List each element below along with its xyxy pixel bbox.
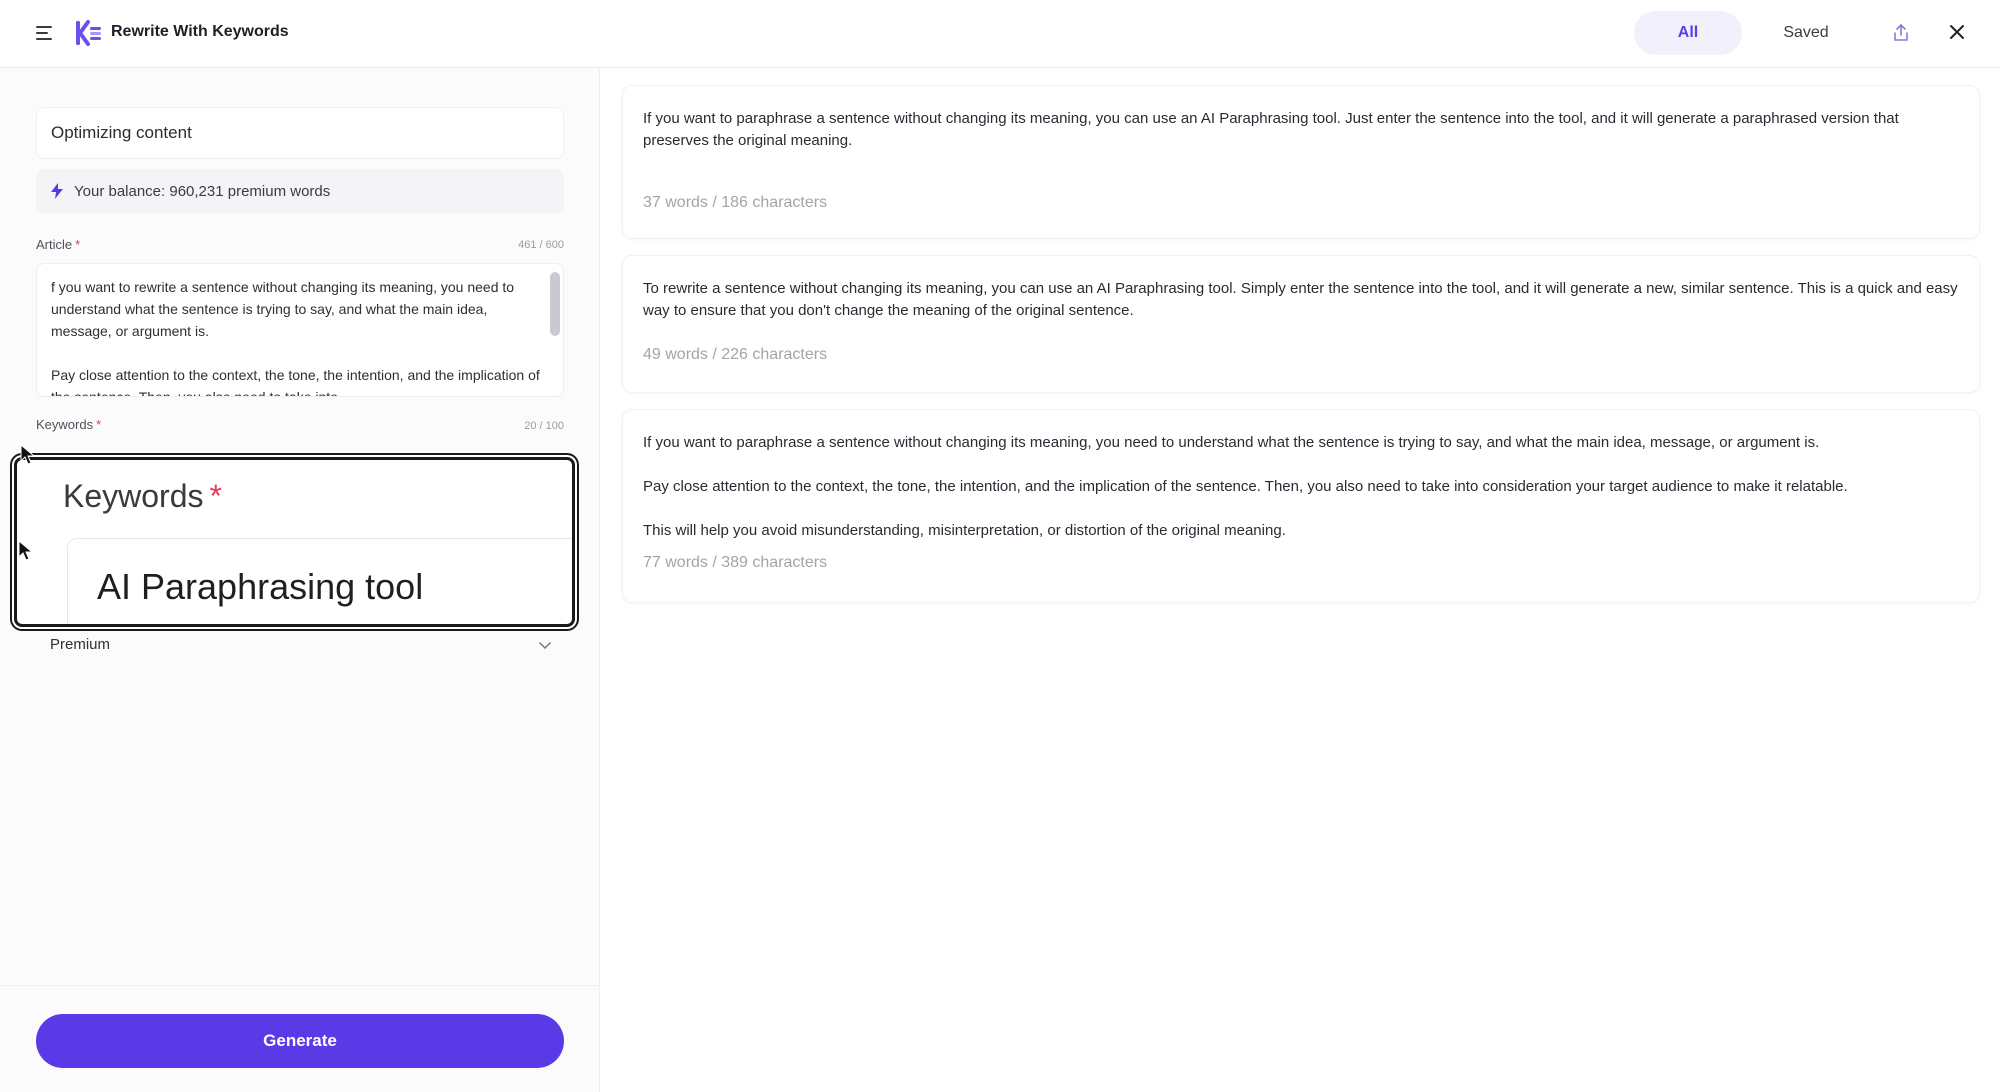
keywords-value: AI Paraphrasing tool [97,566,424,607]
mouse-cursor-icon [18,540,34,561]
result-word-count: 77 words / 389 characters [643,554,828,571]
tab-saved[interactable]: Saved [1752,11,1860,55]
required-mark: * [209,478,222,514]
footer-divider [0,985,600,986]
mouse-cursor-icon [20,444,36,465]
result-card-2[interactable]: To rewrite a sentence without changing i… [622,255,1980,393]
keywords-zoom-label-text: Keywords [63,478,204,514]
generate-button[interactable]: Generate [36,1014,564,1068]
result-word-count: 37 words / 186 characters [643,194,828,211]
result-text: If you want to paraphrase a sentence wit… [643,432,1963,542]
tab-all[interactable]: All [1634,11,1742,55]
required-mark: * [96,417,102,432]
result-word-count: 49 words / 226 characters [643,346,828,363]
share-icon[interactable] [1890,22,1912,44]
result-paragraph: Pay close attention to the context, the … [643,478,1848,495]
balance-banner: Your balance: 960,231 premium words [36,169,564,213]
article-textarea[interactable]: f you want to rewrite a sentence without… [36,263,564,397]
keywords-zoom-label: Keywords * [63,478,222,515]
lightning-bolt-icon [51,183,63,199]
article-scrollbar[interactable] [550,272,560,336]
app-title: Rewrite With Keywords [111,23,289,40]
app-header: Rewrite With Keywords All Saved [0,0,2000,68]
close-icon[interactable] [1946,21,1968,43]
results-panel: If you want to paraphrase a sentence wit… [600,69,2000,1092]
chevron-down-icon [539,642,551,650]
article-label-text: Article [36,237,73,252]
keywords-logo-icon [76,20,101,46]
quality-select[interactable]: Premium [36,630,564,660]
quality-selected-value: Premium [50,636,111,653]
article-label: Article * [36,237,80,252]
keywords-label: Keywords * [36,417,101,432]
menu-icon[interactable] [34,22,56,44]
article-text: f you want to rewrite a sentence without… [51,279,540,397]
balance-text: Your balance: 960,231 premium words [74,182,331,200]
result-paragraph: To rewrite a sentence without changing i… [643,280,1958,319]
required-mark: * [75,237,81,252]
result-paragraph: If you want to paraphrase a sentence wit… [643,110,1899,149]
input-panel: Optimizing content Your balance: 960,231… [0,69,600,1092]
result-card-3[interactable]: If you want to paraphrase a sentence wit… [622,409,1980,603]
result-text: To rewrite a sentence without changing i… [643,278,1963,322]
document-title-input[interactable]: Optimizing content [36,107,564,159]
keywords-counter: 20 / 100 [524,420,564,432]
keywords-field-magnified[interactable]: Keywords * AI Paraphrasing tool [14,457,575,627]
result-paragraph: If you want to paraphrase a sentence wit… [643,434,1820,451]
keywords-label-text: Keywords [36,417,94,432]
article-counter: 461 / 600 [518,239,564,251]
result-paragraph: This will help you avoid misunderstandin… [643,522,1286,539]
result-card-1[interactable]: If you want to paraphrase a sentence wit… [622,85,1980,239]
result-text: If you want to paraphrase a sentence wit… [643,108,1963,152]
